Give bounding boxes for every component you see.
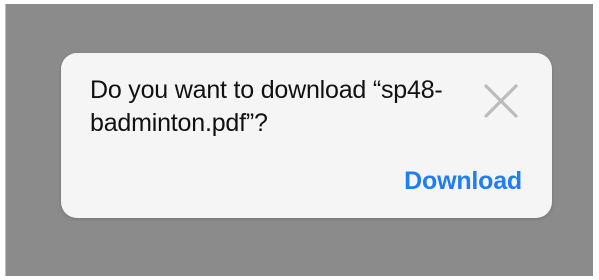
download-confirmation-dialog: Do you want to download “sp48-badminton.… bbox=[61, 53, 552, 218]
close-button[interactable] bbox=[479, 79, 523, 123]
close-icon bbox=[484, 84, 518, 118]
download-button[interactable]: Download bbox=[404, 166, 522, 196]
download-prompt-message: Do you want to download “sp48-badminton.… bbox=[90, 76, 443, 137]
